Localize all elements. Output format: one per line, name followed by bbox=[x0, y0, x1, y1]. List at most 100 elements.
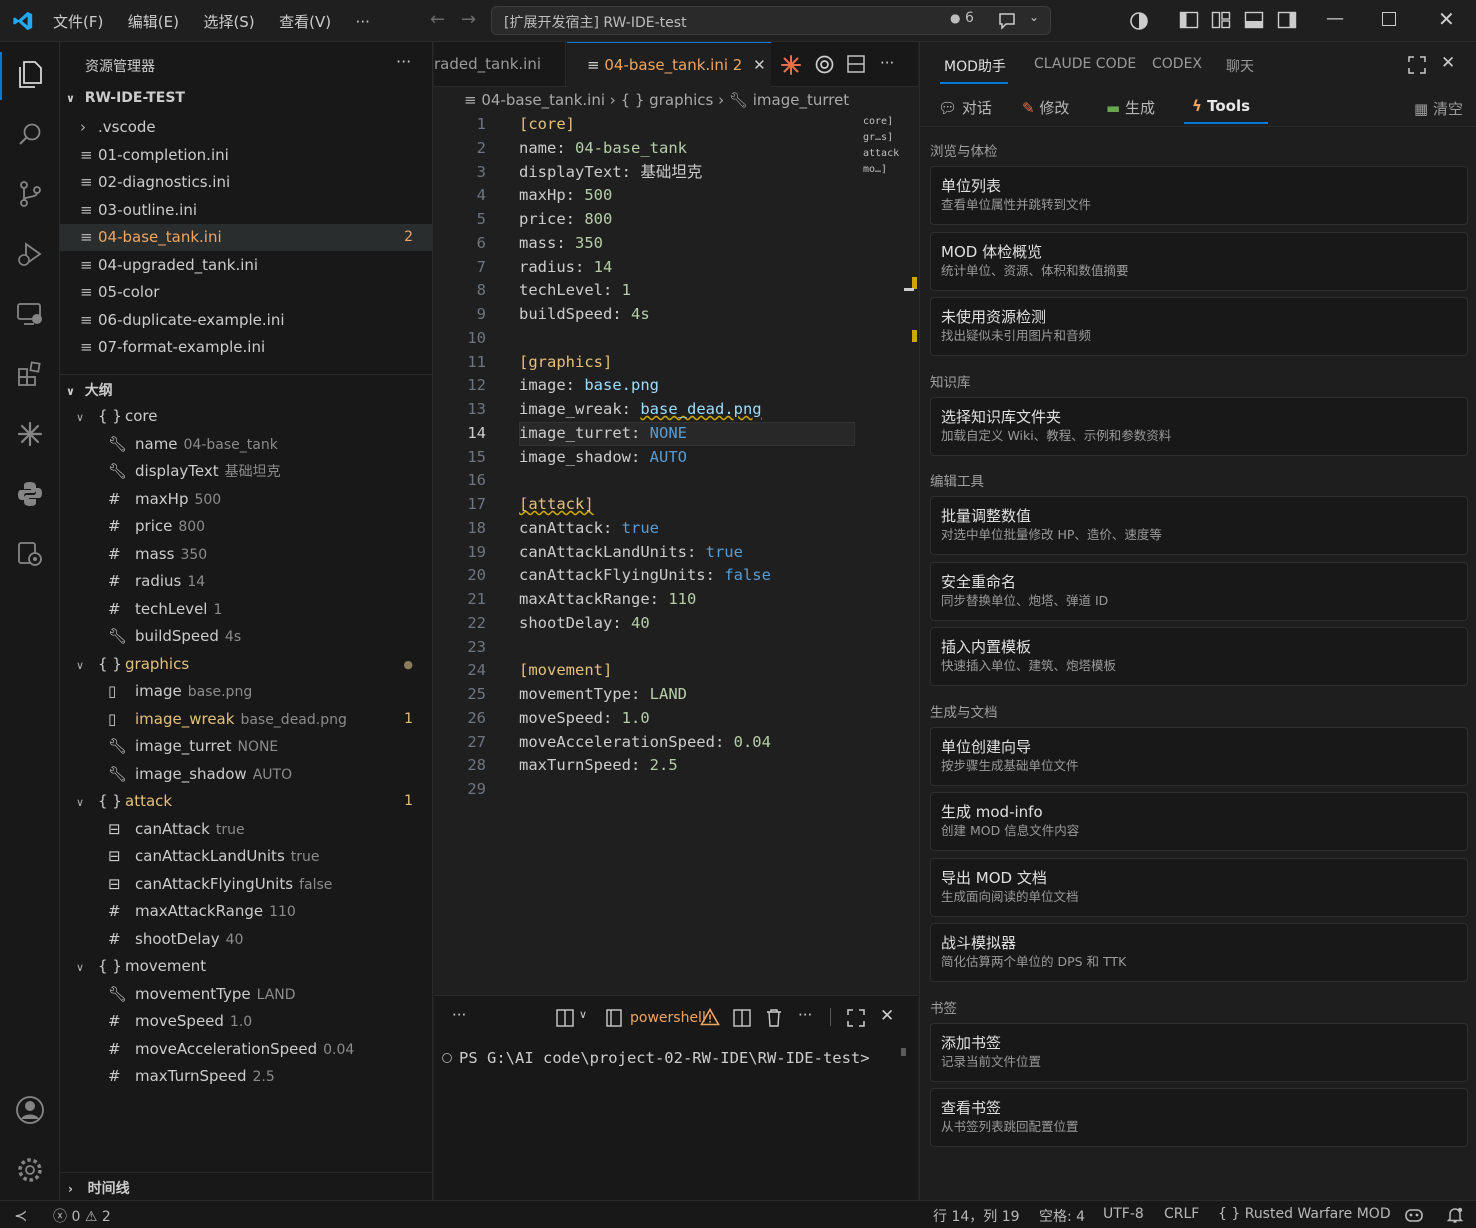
terminal-prompt[interactable]: PS G:\AI code\project-02-RW-IDE\RW-IDE-t… bbox=[459, 1049, 870, 1067]
trash-icon[interactable] bbox=[765, 1008, 783, 1027]
outline-property[interactable]: 🔧︎ buildSpeed 4s bbox=[60, 623, 433, 650]
tool-card[interactable]: 添加书签 记录当前文件位置 bbox=[930, 1022, 1468, 1082]
settings-gear-icon[interactable] bbox=[14, 1154, 46, 1186]
copilot-status-icon[interactable] bbox=[1404, 1206, 1424, 1224]
run-debug-icon[interactable] bbox=[14, 238, 46, 270]
line-ending[interactable]: CRLF bbox=[1164, 1206, 1199, 1222]
outline-section[interactable]: ∨ { } attack 1 bbox=[60, 788, 433, 815]
tool-card[interactable]: 插入内置模板 快速插入单位、建筑、炮塔模板 bbox=[930, 627, 1468, 686]
tab-upgraded-tank[interactable]: raded_tank.ini bbox=[434, 42, 566, 87]
sidebar-more-icon[interactable]: ··· bbox=[396, 52, 411, 71]
tool-card[interactable]: 生成 mod-info 创建 MOD 信息文件内容 bbox=[930, 792, 1468, 851]
file-item[interactable]: › .vscode bbox=[60, 114, 433, 141]
indentation[interactable]: 空格: 4 bbox=[1039, 1206, 1085, 1226]
chat-icon[interactable] bbox=[997, 12, 1017, 30]
tool-card[interactable]: 未使用资源检测 找出疑似未引用图片和音频 bbox=[930, 297, 1468, 356]
outline-property[interactable]: # moveSpeed 1.0 bbox=[60, 1008, 433, 1035]
menu-edit[interactable]: 编辑(E) bbox=[128, 11, 179, 32]
close-panel-icon[interactable]: ✕ bbox=[880, 1006, 894, 1026]
tool-card[interactable]: 安全重命名 同步替换单位、炮塔、弹道 ID bbox=[930, 561, 1468, 621]
outline-property[interactable]: ▯ image_wreak base_dead.png 1 bbox=[60, 706, 433, 733]
subtab-chat[interactable]: 💬︎ 对话 bbox=[938, 97, 992, 118]
problems-status[interactable]: ⓧ 0 ⚠ 2 bbox=[53, 1206, 111, 1226]
maximize-panel-icon[interactable] bbox=[847, 1009, 865, 1027]
outline-section[interactable]: ∨ { } graphics ● bbox=[60, 651, 433, 678]
command-center[interactable]: [扩展开发宿主] RW-IDE-test ● 6 ⌄ bbox=[491, 6, 1051, 35]
clear-button[interactable]: ▦ 清空 bbox=[1414, 98, 1463, 119]
toggle-panel-icon[interactable] bbox=[1244, 11, 1264, 29]
menu-selection[interactable]: 选择(S) bbox=[203, 11, 254, 32]
outline-property[interactable]: # moveAccelerationSpeed 0.04 bbox=[60, 1036, 433, 1063]
copilot-status[interactable]: ● 6 bbox=[950, 10, 974, 26]
project-header[interactable]: ∨ RW-IDE-TEST bbox=[66, 90, 185, 106]
close-panel-icon[interactable]: ✕ bbox=[1441, 53, 1455, 73]
close-window-icon[interactable]: ✕ bbox=[1438, 7, 1455, 31]
tool-card[interactable]: 批量调整数值 对选中单位批量修改 HP、造价、速度等 bbox=[930, 496, 1468, 555]
outline-property[interactable]: 🔧︎ name 04-base_tank bbox=[60, 431, 433, 458]
tool-card[interactable]: 查看书签 从书签列表跳回配置位置 bbox=[930, 1088, 1468, 1147]
panel-tab-mod-assistant[interactable]: MOD助手 bbox=[944, 56, 1006, 76]
file-item[interactable]: ≡ 05-color bbox=[60, 279, 433, 306]
file-item[interactable]: ≡ 07-format-example.ini bbox=[60, 334, 433, 361]
close-tab-icon[interactable]: ✕ bbox=[753, 56, 766, 74]
chevron-down-icon[interactable]: ∨ bbox=[579, 1008, 587, 1021]
file-item[interactable]: ≡ 01-completion.ini bbox=[60, 142, 433, 169]
minimap[interactable]: core] gr…s] attack mo…] bbox=[863, 114, 899, 178]
tool-card[interactable]: 战斗模拟器 简化估算两个单位的 DPS 和 TTK bbox=[930, 923, 1468, 982]
file-item[interactable]: ≡ 03-outline.ini bbox=[60, 197, 433, 224]
outline-header[interactable]: ∨ 大纲 bbox=[66, 380, 113, 400]
toggle-secondary-sidebar-icon[interactable] bbox=[1277, 11, 1297, 29]
tool-card[interactable]: 单位创建向导 按步骤生成基础单位文件 bbox=[930, 726, 1468, 786]
claude-icon[interactable] bbox=[14, 418, 46, 450]
outline-property[interactable]: # mass 350 bbox=[60, 541, 433, 568]
outline-property[interactable]: # radius 14 bbox=[60, 568, 433, 595]
file-item[interactable]: ≡ 04-upgraded_tank.ini bbox=[60, 252, 433, 279]
outline-property[interactable]: # price 800 bbox=[60, 513, 433, 540]
outline-property[interactable]: # maxTurnSpeed 2.5 bbox=[60, 1063, 433, 1090]
panel-tab-codex[interactable]: CODEX bbox=[1152, 56, 1202, 72]
terminal-shell-name[interactable]: powershell bbox=[630, 1010, 706, 1026]
cursor-position[interactable]: 行 14，列 19 bbox=[933, 1206, 1020, 1226]
subtab-tools[interactable]: ϟ Tools bbox=[1192, 97, 1250, 115]
back-arrow-icon[interactable]: ← bbox=[430, 9, 445, 30]
outline-property[interactable]: ⊟ canAttackFlyingUnits false bbox=[60, 871, 433, 898]
outline-section[interactable]: ∨ { } core bbox=[60, 403, 433, 430]
outline-property[interactable]: 🔧︎ displayText 基础坦克 bbox=[60, 458, 433, 485]
mod-tools-icon[interactable] bbox=[14, 538, 46, 570]
forward-arrow-icon[interactable]: → bbox=[461, 9, 476, 30]
outline-property[interactable]: ⊟ canAttackLandUnits true bbox=[60, 843, 433, 870]
tool-card[interactable]: MOD 体检概览 统计单位、资源、体积和数值摘要 bbox=[930, 231, 1468, 291]
customize-layout-icon[interactable] bbox=[1211, 11, 1231, 29]
outline-property[interactable]: # maxAttackRange 110 bbox=[60, 898, 433, 925]
split-editor-icon[interactable] bbox=[847, 55, 865, 73]
outline-property[interactable]: # techLevel 1 bbox=[60, 596, 433, 623]
minimize-icon[interactable]: — bbox=[1326, 8, 1344, 29]
file-item[interactable]: ≡ 02-diagnostics.ini bbox=[60, 169, 433, 196]
toggle-primary-sidebar-icon[interactable] bbox=[1179, 11, 1199, 29]
outline-section[interactable]: ∨ { } movement bbox=[60, 953, 433, 980]
remote-explorer-icon[interactable] bbox=[14, 298, 46, 330]
terminal-scrollbar[interactable] bbox=[901, 1048, 906, 1056]
file-item[interactable]: ≡ 06-duplicate-example.ini bbox=[60, 307, 433, 334]
outline-property[interactable]: ▯ image base.png bbox=[60, 678, 433, 705]
split-pane-icon[interactable] bbox=[733, 1009, 751, 1027]
outline-property[interactable]: 🔧︎ image_shadow AUTO bbox=[60, 761, 433, 788]
python-icon[interactable] bbox=[14, 478, 46, 510]
breadcrumb-section[interactable]: { } graphics bbox=[621, 91, 714, 109]
outline-property[interactable]: # shootDelay 40 bbox=[60, 926, 433, 953]
outline-property[interactable]: ⊟ canAttack true bbox=[60, 816, 433, 843]
account-icon[interactable] bbox=[14, 1094, 46, 1126]
subtab-edit[interactable]: ✎ 修改 bbox=[1022, 97, 1069, 118]
tool-card[interactable]: 导出 MOD 文档 生成面向阅读的单位文档 bbox=[930, 857, 1468, 917]
claude-spark-icon[interactable] bbox=[781, 55, 801, 75]
language-mode[interactable]: { } Rusted Warfare MOD bbox=[1218, 1206, 1391, 1222]
breadcrumb-file[interactable]: 04-base_tank.ini bbox=[481, 91, 605, 109]
editor-more-icon[interactable]: ··· bbox=[880, 54, 894, 72]
explorer-icon[interactable] bbox=[14, 58, 46, 90]
tool-card[interactable]: 选择知识库文件夹 加载自定义 Wiki、教程、示例和参数资料 bbox=[930, 396, 1468, 456]
panel-tab-chat[interactable]: 聊天 bbox=[1226, 56, 1254, 76]
tab-base-tank[interactable]: ≡ 04-base_tank.ini 2 ✕ bbox=[567, 42, 771, 87]
outline-property[interactable]: # maxHp 500 bbox=[60, 486, 433, 513]
maximize-panel-icon[interactable] bbox=[1408, 56, 1426, 74]
menu-more[interactable]: ··· bbox=[356, 13, 370, 31]
